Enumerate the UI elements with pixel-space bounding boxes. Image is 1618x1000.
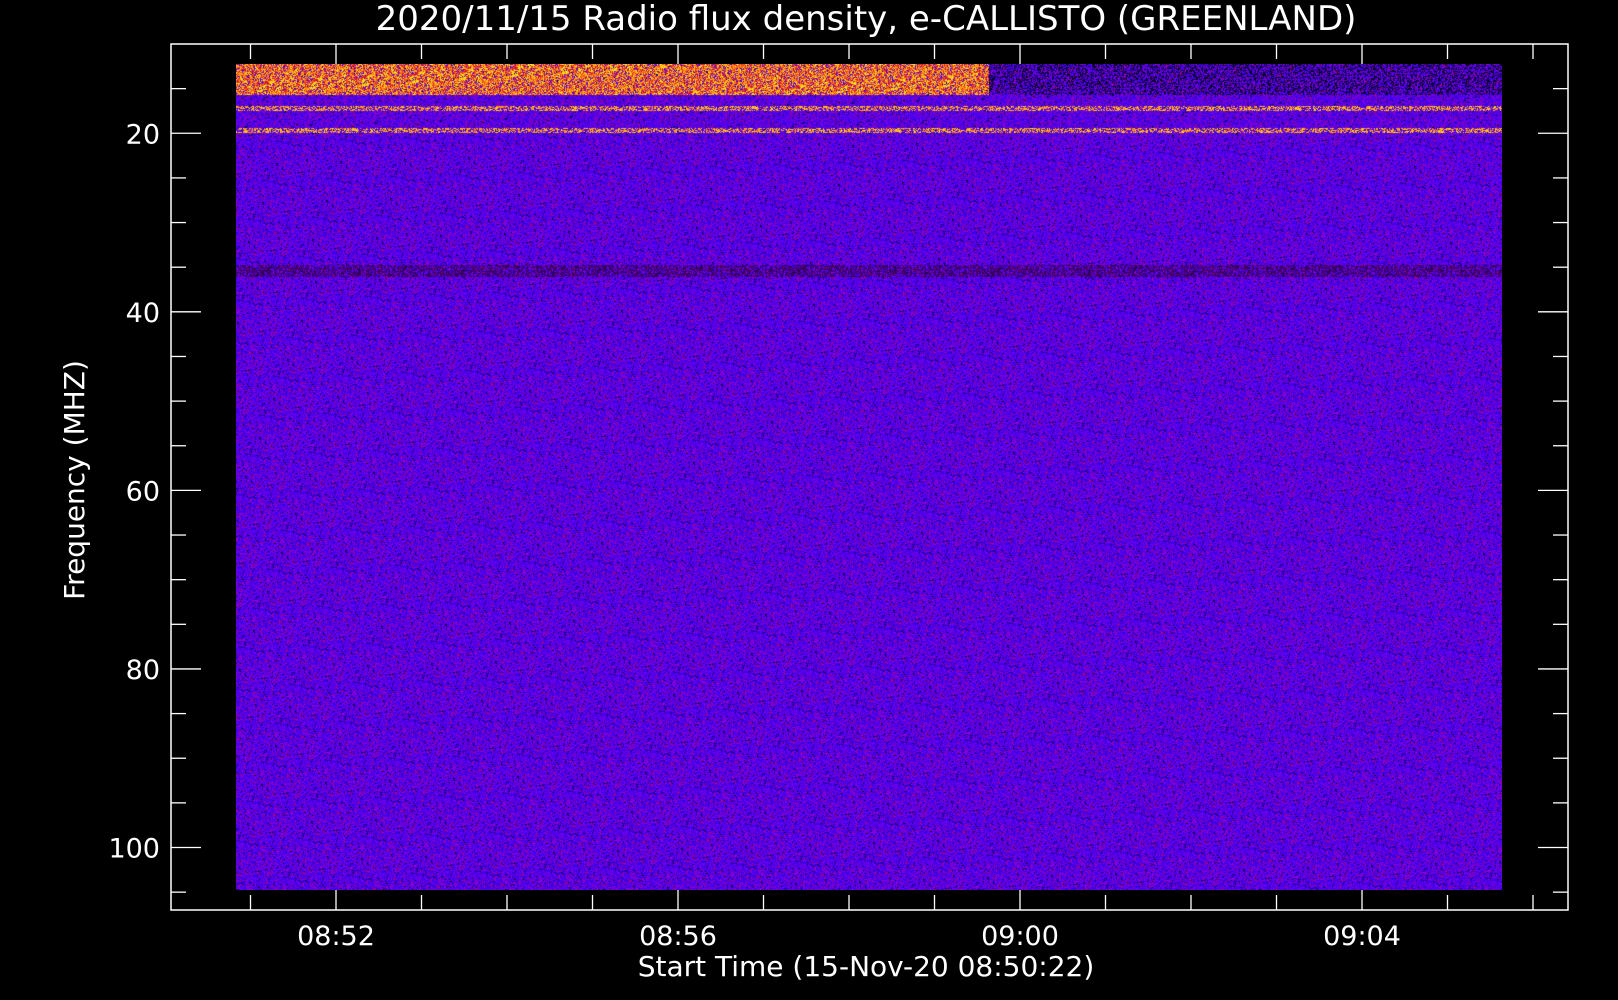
x-tick-label: 09:04 — [1323, 921, 1401, 952]
y-axis-label: Frequency (MHZ) — [58, 360, 91, 600]
chart-title: 2020/11/15 Radio flux density, e-CALLIST… — [376, 0, 1357, 39]
y-tick-label: 60 — [126, 476, 160, 507]
y-tick-label: 80 — [126, 655, 160, 686]
x-tick-label: 08:52 — [297, 921, 375, 952]
x-axis-label: Start Time (15-Nov-20 08:50:22) — [638, 950, 1095, 983]
x-tick-label: 08:56 — [639, 921, 717, 952]
y-tick-label: 20 — [126, 119, 160, 150]
y-tick-label: 40 — [126, 298, 160, 329]
y-tick-label: 100 — [108, 834, 160, 865]
x-tick-label: 09:00 — [981, 921, 1059, 952]
spectrogram-image — [236, 64, 1502, 890]
